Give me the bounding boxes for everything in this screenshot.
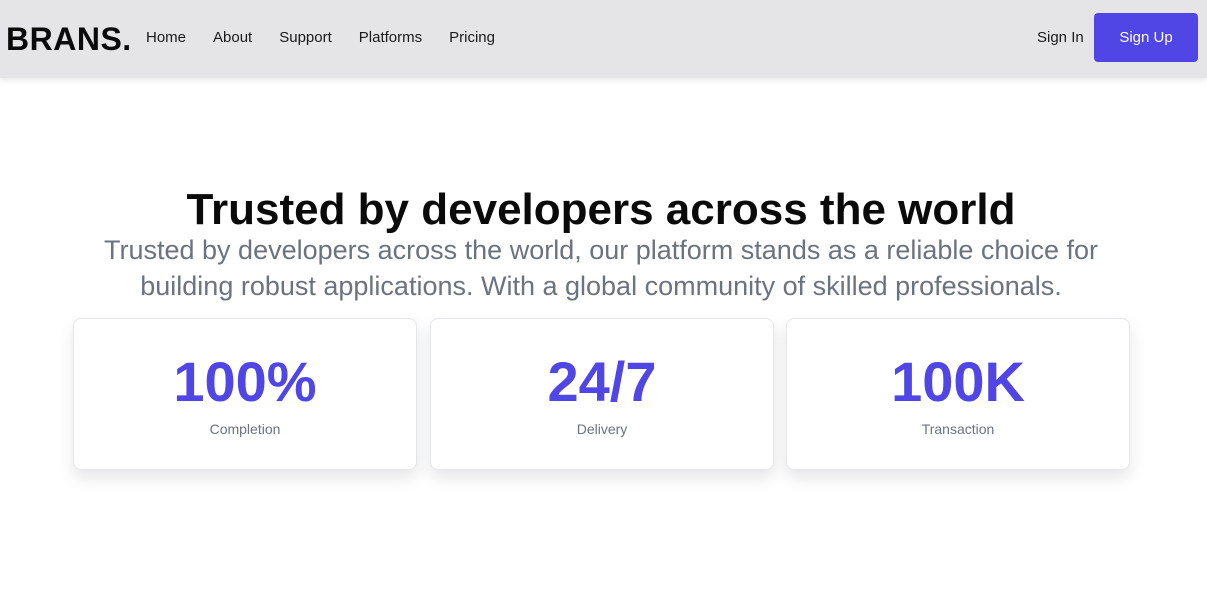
stat-label: Transaction bbox=[921, 421, 995, 437]
stat-card-completion: 100% Completion bbox=[73, 318, 417, 470]
nav-link-platforms[interactable]: Platforms bbox=[359, 29, 422, 47]
stat-label: Delivery bbox=[576, 421, 628, 437]
brand-logo[interactable]: BRANS. bbox=[6, 20, 132, 58]
nav-link-home[interactable]: Home bbox=[146, 29, 186, 47]
stat-card-transaction: 100K Transaction bbox=[786, 318, 1130, 470]
stat-value: 100% bbox=[173, 350, 317, 413]
nav-link-pricing[interactable]: Pricing bbox=[449, 29, 495, 47]
nav-link-about[interactable]: About bbox=[213, 29, 252, 47]
hero-title: Trusted by developers across the world bbox=[186, 185, 1016, 234]
stat-label: Completion bbox=[209, 421, 281, 437]
stat-value: 100K bbox=[891, 350, 1025, 413]
sign-up-button[interactable]: Sign Up bbox=[1094, 13, 1198, 62]
stat-card-delivery: 24/7 Delivery bbox=[430, 318, 774, 470]
hero-subtitle: Trusted by developers across the world, … bbox=[104, 235, 1098, 301]
main-nav: Home About Support Platforms Pricing bbox=[146, 29, 522, 47]
sign-in-link[interactable]: Sign In bbox=[1037, 29, 1084, 47]
stat-value: 24/7 bbox=[547, 350, 657, 413]
top-navbar: BRANS. Home About Support Platforms Pric… bbox=[0, 0, 1207, 78]
nav-link-support[interactable]: Support bbox=[279, 29, 332, 47]
